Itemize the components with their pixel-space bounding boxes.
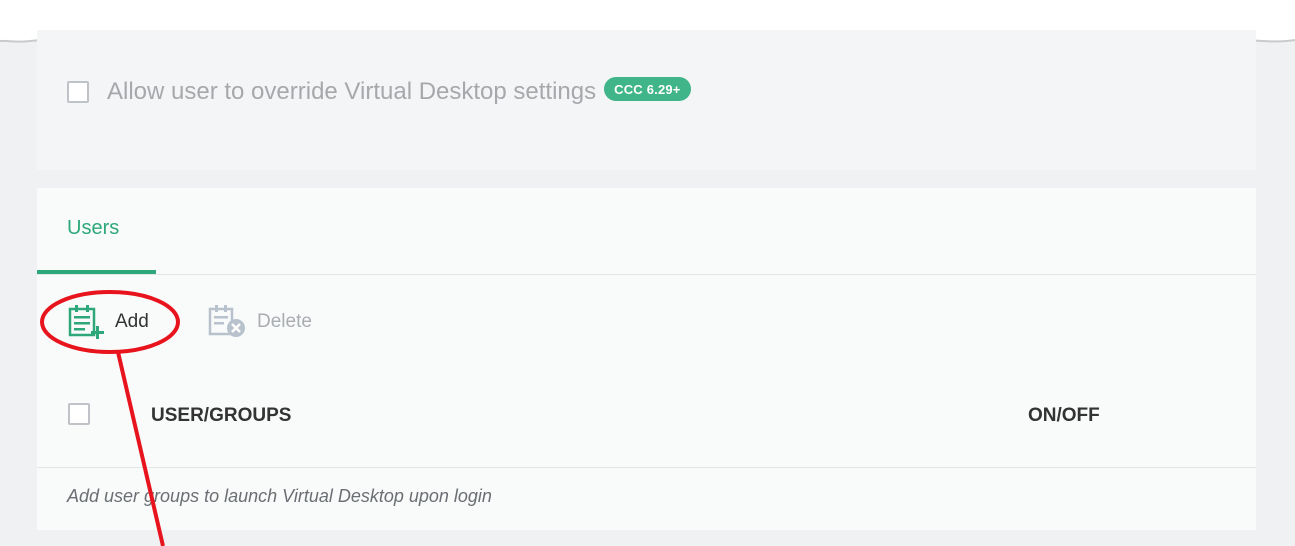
users-panel: Users Add Delete USER/GROUPS ON/OFF Add …	[37, 188, 1256, 530]
tab-divider	[37, 274, 1256, 275]
settings-panel: Allow user to override Virtual Desktop s…	[37, 30, 1256, 170]
table-header: USER/GROUPS ON/OFF	[37, 368, 1256, 464]
delete-button[interactable]: Delete	[207, 304, 312, 340]
select-all-checkbox[interactable]	[68, 403, 90, 425]
table-divider	[37, 467, 1256, 468]
add-button-label: Add	[115, 311, 149, 332]
clipboard-add-icon	[68, 305, 104, 339]
column-user-groups[interactable]: USER/GROUPS	[151, 405, 291, 427]
tab-users[interactable]: Users	[67, 217, 119, 240]
override-setting-row: Allow user to override Virtual Desktop s…	[67, 77, 691, 106]
clipboard-delete-icon	[208, 305, 245, 337]
column-on-off[interactable]: ON/OFF	[1028, 405, 1100, 427]
empty-table-message: Add user groups to launch Virtual Deskto…	[67, 486, 492, 506]
version-badge: CCC 6.29+	[604, 77, 691, 101]
delete-button-label: Delete	[257, 311, 312, 332]
override-checkbox[interactable]	[67, 81, 89, 103]
add-button[interactable]: Add	[67, 304, 149, 340]
override-label: Allow user to override Virtual Desktop s…	[107, 78, 597, 105]
